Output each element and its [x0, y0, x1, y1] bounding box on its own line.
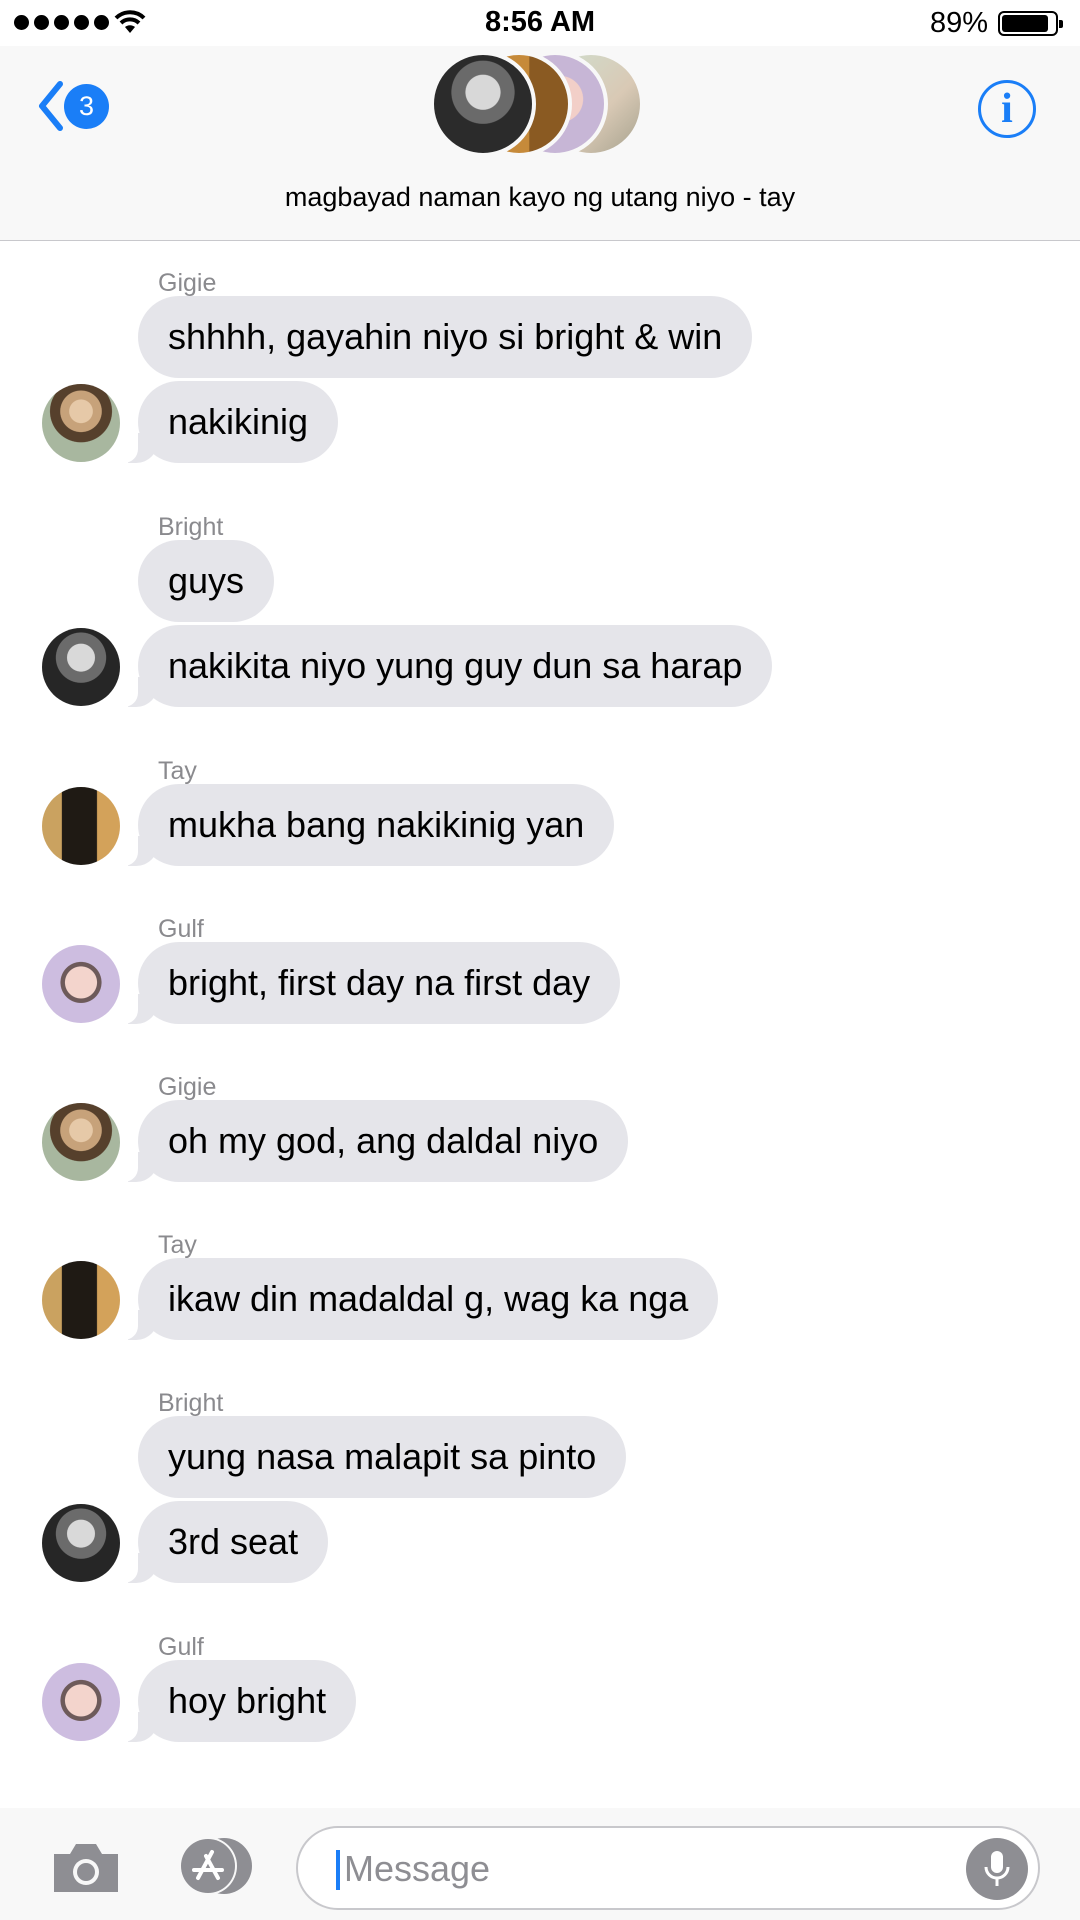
sender-name: Tay: [158, 757, 197, 785]
sender-name: Gigie: [158, 269, 217, 297]
microphone-icon: [984, 1851, 1010, 1886]
avatar[interactable]: [42, 384, 120, 462]
group-title[interactable]: magbayad naman kayo ng utang niyo - tay: [0, 182, 1080, 213]
battery-icon: [998, 11, 1063, 36]
message-bubble[interactable]: ikaw din madaldal g, wag ka nga: [115, 1258, 719, 1340]
group-avatars[interactable]: [430, 51, 650, 161]
sender-name: Bright: [158, 1389, 224, 1417]
conversation-header: 3 i magbayad naman kayo ng utang niyo - …: [0, 46, 1080, 241]
avatar[interactable]: [42, 945, 120, 1023]
camera-icon[interactable]: [50, 1840, 122, 1896]
message-bubble[interactable]: nakikita niyo yung guy dun sa harap: [115, 625, 773, 707]
sender-name: Bright: [158, 513, 224, 541]
battery-percent: 89%: [929, 7, 988, 39]
message-bubble[interactable]: oh my god, ang daldal niyo: [115, 1100, 629, 1182]
avatar[interactable]: [42, 628, 120, 706]
chevron-left-icon: [39, 81, 63, 131]
message-bubble[interactable]: mukha bang nakikinig yan: [115, 784, 615, 866]
avatar[interactable]: [42, 1261, 120, 1339]
status-time: 8:56 AM: [484, 6, 596, 38]
microphone-button[interactable]: [966, 1838, 1028, 1900]
status-bar: 8:56 AM 89%: [0, 0, 1080, 46]
info-icon: i: [1001, 86, 1013, 132]
message-input-bar: Message: [0, 1808, 1080, 1920]
sender-name: Gulf: [158, 1633, 204, 1661]
avatar: [430, 51, 536, 157]
message-placeholder: Message: [344, 1848, 491, 1889]
message-bubble[interactable]: 3rd seat: [115, 1501, 329, 1583]
app-store-icon[interactable]: [172, 1836, 260, 1896]
info-button[interactable]: i: [978, 80, 1036, 138]
message-bubble[interactable]: hoy bright: [115, 1660, 357, 1742]
message-bubble[interactable]: shhhh, gayahin niyo si bright & win: [138, 296, 753, 378]
avatar[interactable]: [42, 1663, 120, 1741]
avatar[interactable]: [42, 1103, 120, 1181]
avatar[interactable]: [42, 787, 120, 865]
message-bubble[interactable]: bright, first day na first day: [115, 942, 621, 1024]
unread-count-badge: 3: [64, 83, 109, 129]
back-button[interactable]: 3: [36, 80, 109, 132]
sender-name: Tay: [158, 1231, 197, 1259]
text-cursor: [336, 1850, 340, 1890]
avatar[interactable]: [42, 1504, 120, 1582]
message-bubble[interactable]: nakikinig: [115, 381, 339, 463]
message-list[interactable]: Gigie shhhh, gayahin niyo si bright & wi…: [0, 242, 1080, 1808]
sender-name: Gigie: [158, 1073, 217, 1101]
message-bubble[interactable]: yung nasa malapit sa pinto: [138, 1416, 627, 1498]
message-bubble[interactable]: guys: [138, 540, 275, 622]
sender-name: Gulf: [158, 915, 204, 943]
message-input[interactable]: Message: [296, 1826, 1040, 1910]
